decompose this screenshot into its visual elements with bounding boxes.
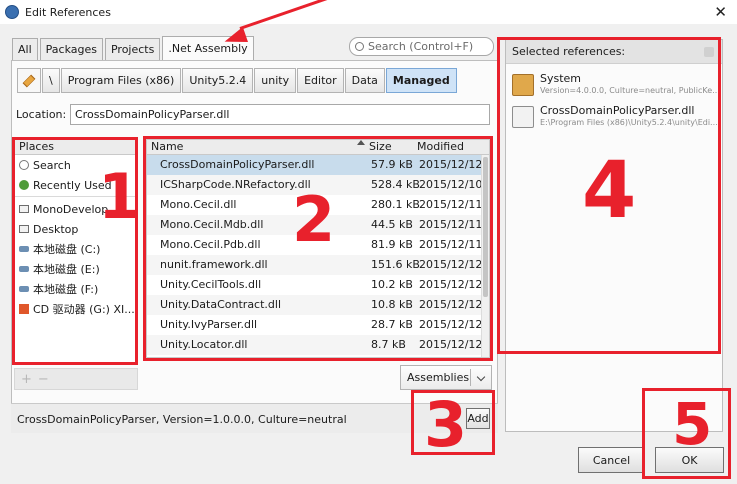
search-input[interactable]: Search (Control+F): [349, 37, 494, 56]
tab-label: Packages: [45, 43, 97, 56]
filter-value: Assemblies: [407, 371, 470, 384]
path-button-unity-version[interactable]: Unity5.2.4: [182, 68, 254, 93]
places-toolbar: + −: [14, 368, 138, 390]
divider: [470, 369, 471, 386]
annotation-number-1: 1: [98, 160, 142, 233]
path-button-root[interactable]: \: [42, 68, 60, 93]
path-label: unity: [261, 74, 290, 87]
path-label: Editor: [304, 74, 337, 87]
location-label: Location:: [16, 108, 67, 121]
path-bar: \ Program Files (x86) Unity5.2.4 unity E…: [17, 68, 458, 93]
tab-label: Projects: [110, 43, 155, 56]
path-label: \: [49, 74, 53, 87]
location-input[interactable]: CrossDomainPolicyParser.dll: [70, 104, 490, 125]
close-icon[interactable]: ✕: [714, 3, 727, 21]
tab-all[interactable]: All: [12, 38, 38, 60]
tab-packages[interactable]: Packages: [39, 38, 103, 60]
path-button-editor[interactable]: Editor: [297, 68, 344, 93]
window-title: Edit References: [25, 5, 111, 19]
title-bar: Edit References ✕: [0, 0, 737, 24]
cancel-label: Cancel: [592, 453, 631, 467]
path-label: Data: [351, 74, 378, 87]
app-icon: [5, 5, 19, 19]
chevron-down-icon: [476, 372, 486, 382]
add-place-icon[interactable]: +: [21, 372, 32, 387]
path-button-managed[interactable]: Managed: [385, 68, 457, 93]
assembly-filter-select[interactable]: Assemblies: [400, 365, 492, 390]
annotation-number-2: 2: [292, 183, 336, 256]
path-label: Program Files (x86): [67, 74, 175, 87]
tab-strip: All Packages Projects .Net Assembly: [12, 36, 256, 60]
location-value: CrossDomainPolicyParser.dll: [75, 108, 230, 121]
annotation-number-4: 4: [582, 146, 637, 236]
pencil-icon: [22, 74, 36, 87]
cancel-button[interactable]: Cancel: [578, 447, 645, 473]
path-button-program-files[interactable]: Program Files (x86): [60, 68, 182, 93]
tab-projects[interactable]: Projects: [104, 38, 161, 60]
path-button-data[interactable]: Data: [344, 68, 385, 93]
path-label: Unity5.2.4: [189, 74, 247, 87]
edit-path-button[interactable]: [17, 68, 41, 93]
tab-label: All: [18, 43, 32, 56]
path-button-unity[interactable]: unity: [254, 68, 297, 93]
search-icon: [355, 42, 364, 51]
search-placeholder: Search (Control+F): [368, 40, 474, 53]
annotation-number-5: 5: [672, 390, 713, 458]
assembly-info: CrossDomainPolicyParser, Version=1.0.0.0…: [17, 413, 347, 426]
annotation-number-3: 3: [424, 388, 468, 461]
remove-place-icon[interactable]: −: [38, 372, 49, 387]
path-label: Managed: [392, 74, 450, 87]
